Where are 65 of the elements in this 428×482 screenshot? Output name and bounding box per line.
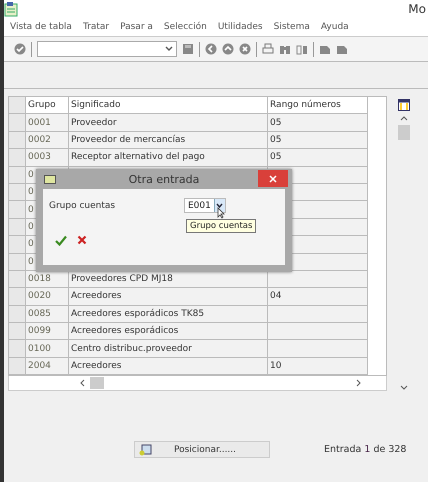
table-cell: 0018 — [26, 270, 69, 288]
command-field[interactable] — [37, 41, 177, 57]
table-cell: 10 — [268, 358, 368, 376]
table-cell: 2004 — [26, 358, 69, 376]
scrollbar-thumb[interactable] — [90, 377, 104, 390]
save-icon[interactable] — [182, 43, 194, 55]
table-cell: 0020 — [26, 288, 69, 306]
window-title: Mo — [408, 2, 426, 16]
cancel-icon[interactable] — [77, 235, 87, 245]
page-icon[interactable] — [319, 43, 331, 55]
menu-item[interactable]: Sistema — [274, 22, 310, 32]
column-layout-icon[interactable] — [398, 99, 410, 111]
check-icon[interactable] — [55, 235, 67, 246]
menu-item[interactable]: Utilidades — [218, 22, 263, 32]
tooltip: Grupo cuentas — [186, 219, 256, 233]
table-cell: 0100 — [26, 340, 69, 358]
menu-item[interactable]: Tratar — [82, 22, 110, 32]
binoculars-icon[interactable] — [296, 43, 308, 55]
table-cell: 0002 — [26, 132, 69, 150]
table-cell: Proveedor de mercancías — [69, 132, 268, 150]
position-icon — [139, 444, 152, 456]
position-button[interactable]: Posicionar...... — [134, 441, 270, 458]
table-cell: Acreedores — [69, 288, 268, 306]
account-group-field[interactable]: E001 — [184, 198, 226, 213]
back-icon[interactable] — [205, 43, 217, 55]
mouse-pointer-icon — [217, 207, 225, 219]
column-header[interactable]: Rango números — [268, 97, 368, 114]
menu-item[interactable]: Pasar a — [120, 22, 153, 32]
column-header[interactable]: Significado — [69, 97, 268, 114]
scrollbar-thumb[interactable] — [398, 125, 410, 140]
page-icon[interactable] — [336, 43, 348, 55]
table-cell: 05 — [268, 132, 368, 150]
table-cell: Acreedores esporádicos — [69, 323, 268, 340]
binoculars-icon[interactable] — [279, 43, 291, 55]
caret-icon — [165, 46, 173, 52]
table-cell: 05 — [268, 149, 368, 167]
table-cell: 0085 — [26, 306, 69, 324]
up-icon[interactable] — [222, 43, 234, 55]
table-cell: Receptor alternativo del pago — [69, 149, 268, 167]
print-icon[interactable] — [262, 43, 274, 55]
close-button[interactable] — [258, 170, 288, 187]
close-icon — [269, 174, 277, 182]
menu-item[interactable]: Ayuda — [320, 22, 349, 32]
table-cell: 05 — [268, 114, 368, 132]
check-icon[interactable] — [14, 43, 26, 55]
table-cell: 0099 — [26, 323, 69, 340]
dropdown-button[interactable] — [214, 199, 225, 212]
menu-item[interactable]: Vista de tabla — [10, 22, 72, 32]
cancel-icon[interactable] — [239, 43, 251, 55]
entry-count: Entrada 1 de 328 — [324, 444, 406, 456]
app-icon — [4, 1, 18, 17]
folder-icon — [44, 174, 56, 184]
column-header[interactable]: Grupo — [26, 97, 69, 114]
dialog-title: Otra entrada — [128, 172, 200, 186]
table-cell: 04 — [268, 288, 368, 306]
table-cell: Acreedores — [69, 358, 268, 376]
table-cell: Acreedores esporádicos TK85 — [69, 306, 268, 324]
table-cell: Proveedor — [69, 114, 268, 132]
horizontal-scrollbar[interactable] — [8, 376, 387, 392]
caret-icon — [216, 203, 224, 208]
table-cell: Centro distribuc.proveedor — [69, 340, 268, 358]
menu-item[interactable]: Selección — [164, 22, 207, 32]
table-cell: 0003 — [26, 149, 69, 167]
vertical-scrollbar[interactable] — [398, 96, 410, 392]
table-cell: 0001 — [26, 114, 69, 132]
